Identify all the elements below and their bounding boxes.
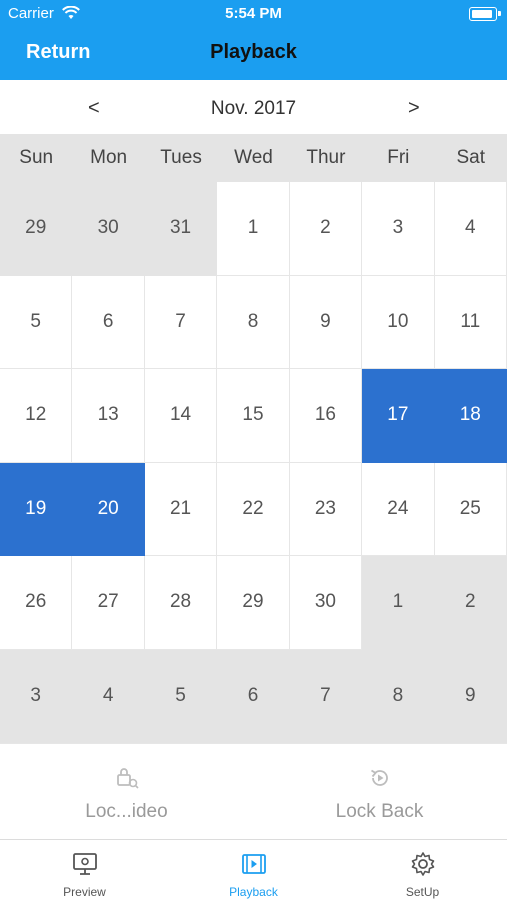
calendar-day[interactable]: 13 [72,369,145,463]
weekday-label: Tues [160,147,202,168]
weekday-label: Fri [387,147,410,168]
battery-icon [469,7,497,21]
calendar-day[interactable]: 5 [0,275,73,369]
tab-playback[interactable]: Playback [169,840,338,901]
lock-back-label: Lock Back [335,801,424,822]
calendar-day[interactable]: 12 [0,369,73,463]
calendar-day[interactable]: 29 [217,556,290,650]
page-title: Playback [210,41,297,63]
status-time: 5:54 PM [225,5,282,22]
weekday-label: Wed [234,147,273,168]
calendar-day-selected[interactable]: 17 [362,369,435,463]
calendar-day[interactable]: 1 [217,182,290,276]
calendar-day[interactable]: 25 [434,462,507,556]
calendar-day[interactable]: 14 [144,369,218,463]
monitor-icon [72,853,97,875]
calendar-day[interactable]: 23 [289,462,363,556]
calendar-day[interactable]: 30 [289,556,363,650]
calendar-day-other-month[interactable]: 5 [144,649,218,743]
tab-label: Playback [229,885,278,899]
tab-label: SetUp [405,885,440,899]
film-icon [241,854,266,874]
calendar-day[interactable]: 8 [217,275,290,369]
tab-setup[interactable]: SetUp [338,840,507,901]
lock-video-label: Loc...ideo [85,801,168,822]
calendar-day-other-month[interactable]: 30 [72,182,145,276]
calendar-day[interactable]: 24 [362,462,435,556]
lock-back-button[interactable]: Lock Back [253,744,506,840]
calendar-day-other-month[interactable]: 9 [434,649,507,743]
calendar-day[interactable]: 27 [72,556,145,650]
gear-icon [411,852,434,876]
action-bar: Loc...ideo Lock Back [0,743,507,840]
calendar-day-other-month[interactable]: 6 [217,649,290,743]
calendar-day[interactable]: 15 [217,369,290,463]
calendar-day[interactable]: 10 [362,275,435,369]
calendar-day[interactable]: 9 [289,275,363,369]
weekday-label: Mon [90,147,128,168]
weekday-label: Thur [306,147,346,168]
calendar-grid: 29 30 31 1 2 3 4 5 6 7 8 9 10 11 12 13 14 15 16 17 18 19 20 21 2… [0,182,507,743]
calendar-day-other-month[interactable]: 29 [0,182,73,276]
tab-preview[interactable]: Preview [0,840,169,901]
next-month-button[interactable]: > [408,97,420,120]
month-selector: < Nov. 2017 > [0,80,507,134]
tab-bar: Preview Playback SetUp [0,839,507,901]
status-bar: Carrier 5:54 PM [0,0,507,28]
month-label: Nov. 2017 [210,98,297,119]
weekday-label: Sat [456,147,485,168]
replay-icon [371,769,388,786]
calendar-day-selected[interactable]: 19 [0,462,73,556]
calendar-day-other-month[interactable]: 2 [434,556,507,650]
calendar-day[interactable]: 3 [362,182,435,276]
calendar-day[interactable]: 21 [144,462,218,556]
calendar-day-other-month[interactable]: 7 [289,649,363,743]
calendar-day[interactable]: 4 [434,182,507,276]
calendar-day-other-month[interactable]: 31 [144,182,218,276]
calendar-day-selected[interactable]: 20 [72,462,145,556]
calendar-day-other-month[interactable]: 3 [0,649,73,743]
lock-video-icon [117,768,139,789]
calendar-day[interactable]: 7 [144,275,218,369]
weekday-label: Sun [19,147,54,168]
header-bar: Carrier 5:54 PM Return Playback [0,0,507,80]
weekday-header: Sun Mon Tues Wed Thur Fri Sat [0,134,507,182]
calendar-day[interactable]: 11 [434,275,507,369]
battery-tip [498,11,501,16]
lock-video-button[interactable]: Loc...ideo [0,744,253,840]
calendar-day-other-month[interactable]: 1 [362,556,435,650]
calendar-day-other-month[interactable]: 4 [72,649,145,743]
calendar-day[interactable]: 2 [289,182,363,276]
tab-label: Preview [63,885,106,899]
calendar-day[interactable]: 6 [72,275,145,369]
calendar-day-other-month[interactable]: 8 [362,649,435,743]
calendar-day[interactable]: 22 [217,462,290,556]
calendar-day[interactable]: 16 [289,369,363,463]
calendar-day[interactable]: 28 [144,556,218,650]
calendar-day-selected[interactable]: 18 [434,369,507,463]
calendar-day[interactable]: 26 [0,556,73,650]
